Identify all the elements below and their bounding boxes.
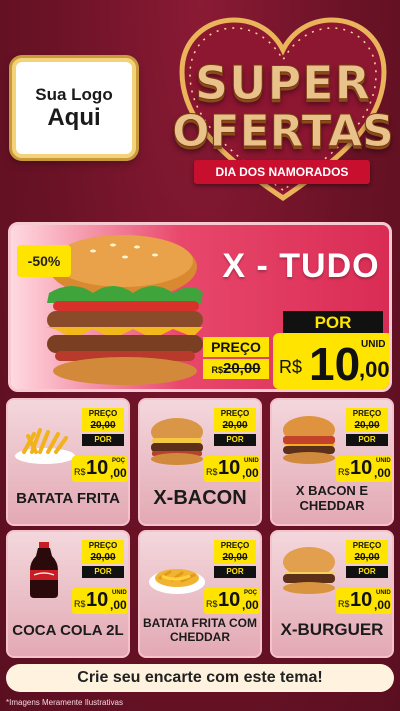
ribbon-dia-dos-namorados: DIA DOS NAMORADOS bbox=[194, 160, 370, 184]
unit: UNID bbox=[112, 590, 127, 596]
old-price: 20,00 bbox=[346, 419, 388, 432]
old-price-value: 20,00 bbox=[90, 420, 116, 431]
logo-line2: Aqui bbox=[47, 103, 101, 131]
discount-badge: -50% bbox=[17, 245, 71, 277]
product-card-x-burguer[interactable]: PREÇO 20,00 POR R$ 10 UNID ,00 X-BURGUER bbox=[270, 530, 394, 658]
hero-old-value: 20,00 bbox=[222, 360, 261, 377]
price-label: PREÇO bbox=[346, 408, 388, 419]
hero-currency: R$ bbox=[279, 357, 303, 377]
por-label: POR bbox=[214, 434, 256, 446]
old-price-value: 20,00 bbox=[90, 552, 116, 563]
burger-icon bbox=[283, 547, 335, 594]
burger-icon bbox=[151, 418, 203, 465]
product-card-x-bacon[interactable]: PREÇO 20,00 POR R$ 10 UNID ,00 X-BACON bbox=[138, 398, 262, 526]
cheese-fries-icon bbox=[149, 569, 205, 594]
unit: UNID bbox=[376, 458, 391, 464]
old-price: 20,00 bbox=[82, 419, 124, 432]
title-heart: SUPER OFERTAS DIA DOS NAMORADOS bbox=[172, 14, 394, 204]
old-price: 20,00 bbox=[214, 551, 256, 564]
title-ofertas: OFERTAS bbox=[172, 106, 395, 158]
hero-price-label: PREÇO bbox=[203, 337, 269, 357]
cta-banner[interactable]: Crie seu encarte com este tema! bbox=[6, 664, 394, 692]
currency: R$ bbox=[74, 599, 86, 609]
old-price: 20,00 bbox=[82, 551, 124, 564]
price-int: 10 bbox=[350, 457, 373, 479]
unit: UNID bbox=[376, 590, 391, 596]
hero-price-dec: ,00 bbox=[359, 357, 390, 382]
old-price-value: 20,00 bbox=[222, 420, 248, 431]
currency: R$ bbox=[338, 599, 350, 609]
price-label: PREÇO bbox=[82, 408, 124, 419]
old-price-value: 20,00 bbox=[354, 420, 380, 431]
old-price: 20,00 bbox=[346, 551, 388, 564]
price-tags: PREÇO 20,00 POR bbox=[208, 408, 260, 446]
currency: R$ bbox=[206, 599, 218, 609]
hero-por-label: POR bbox=[283, 311, 383, 335]
currency: R$ bbox=[338, 467, 350, 477]
price-tags: PREÇO 20,00 POR bbox=[340, 408, 392, 446]
hero-price-int: 10 bbox=[309, 338, 361, 390]
por-label: POR bbox=[82, 566, 124, 578]
product-card-batata-frita[interactable]: PREÇO 20,00 POR R$ 10 POÇ ,00 BATATA FRI… bbox=[6, 398, 130, 526]
price-tags: PREÇO 20,00 POR bbox=[76, 540, 128, 578]
product-name: X-BURGUER bbox=[280, 620, 384, 639]
burger-icon bbox=[283, 416, 335, 464]
por-label: POR bbox=[346, 566, 388, 578]
product-name: COCA COLA 2L bbox=[12, 621, 124, 639]
footnote: *Imagens Meramente Ilustrativas bbox=[6, 698, 123, 707]
product-name: BATATA FRITA COM CHEDDAR bbox=[143, 616, 257, 644]
soda-bottle-icon bbox=[30, 542, 58, 598]
price-tags: PREÇO 20,00 POR bbox=[208, 540, 260, 578]
flyer-canvas: ❤ Sua Logo Aqui SUPER OFERTAS DIA DOS NA… bbox=[0, 0, 400, 711]
hero-old-currency: R$ bbox=[211, 365, 223, 375]
price-int: 10 bbox=[218, 457, 241, 479]
product-name: X-BACON bbox=[153, 486, 247, 509]
logo-placeholder[interactable]: Sua Logo Aqui bbox=[12, 58, 136, 158]
old-price-value: 20,00 bbox=[222, 552, 248, 563]
price-tags: PREÇO 20,00 POR bbox=[76, 408, 128, 446]
product-card-x-bacon-cheddar[interactable]: PREÇO 20,00 POR R$ 10 UNID ,00 X BACON E… bbox=[270, 398, 394, 526]
old-price: 20,00 bbox=[214, 419, 256, 432]
title-super: SUPER bbox=[194, 56, 372, 111]
price-int: 10 bbox=[218, 589, 241, 611]
currency: R$ bbox=[206, 467, 218, 477]
fries-icon bbox=[15, 428, 75, 464]
por-label: POR bbox=[82, 434, 124, 446]
por-label: POR bbox=[346, 434, 388, 446]
product-card-coca-cola[interactable]: PREÇO 20,00 POR R$ 10 UNID ,00 COCA COLA… bbox=[6, 530, 130, 658]
hero-offer-card[interactable]: -50% X - TUDO PREÇO R$20,00 POR R$ 10 UN… bbox=[8, 222, 392, 392]
currency: R$ bbox=[74, 467, 86, 477]
unit: UNID bbox=[244, 458, 259, 464]
price-label: PREÇO bbox=[346, 540, 388, 551]
price-int: 10 bbox=[350, 589, 373, 611]
hero-product-name: X - TUDO bbox=[222, 247, 380, 285]
price-int: 10 bbox=[86, 457, 109, 479]
price-label: PREÇO bbox=[82, 540, 124, 551]
product-card-batata-cheddar[interactable]: PREÇO 20,00 POR R$ 10 POÇ ,00 BATATA FRI… bbox=[138, 530, 262, 658]
product-name: BATATA FRITA bbox=[16, 489, 120, 507]
price-int: 10 bbox=[86, 589, 109, 611]
logo-line1: Sua Logo bbox=[35, 84, 113, 104]
por-label: POR bbox=[214, 566, 256, 578]
hero-unit: UNID bbox=[361, 339, 386, 350]
old-price-value: 20,00 bbox=[354, 552, 380, 563]
product-name: X BACON E CHEDDAR bbox=[295, 483, 369, 513]
hero-old-price: R$20,00 bbox=[203, 359, 269, 379]
price-label: PREÇO bbox=[214, 408, 256, 419]
unit: POÇ bbox=[244, 590, 258, 596]
hero-price: R$ 10 UNID ,00 bbox=[273, 333, 390, 390]
price-tags: PREÇO 20,00 POR bbox=[340, 540, 392, 578]
price-label: PREÇO bbox=[214, 540, 256, 551]
unit: POÇ bbox=[112, 458, 126, 464]
